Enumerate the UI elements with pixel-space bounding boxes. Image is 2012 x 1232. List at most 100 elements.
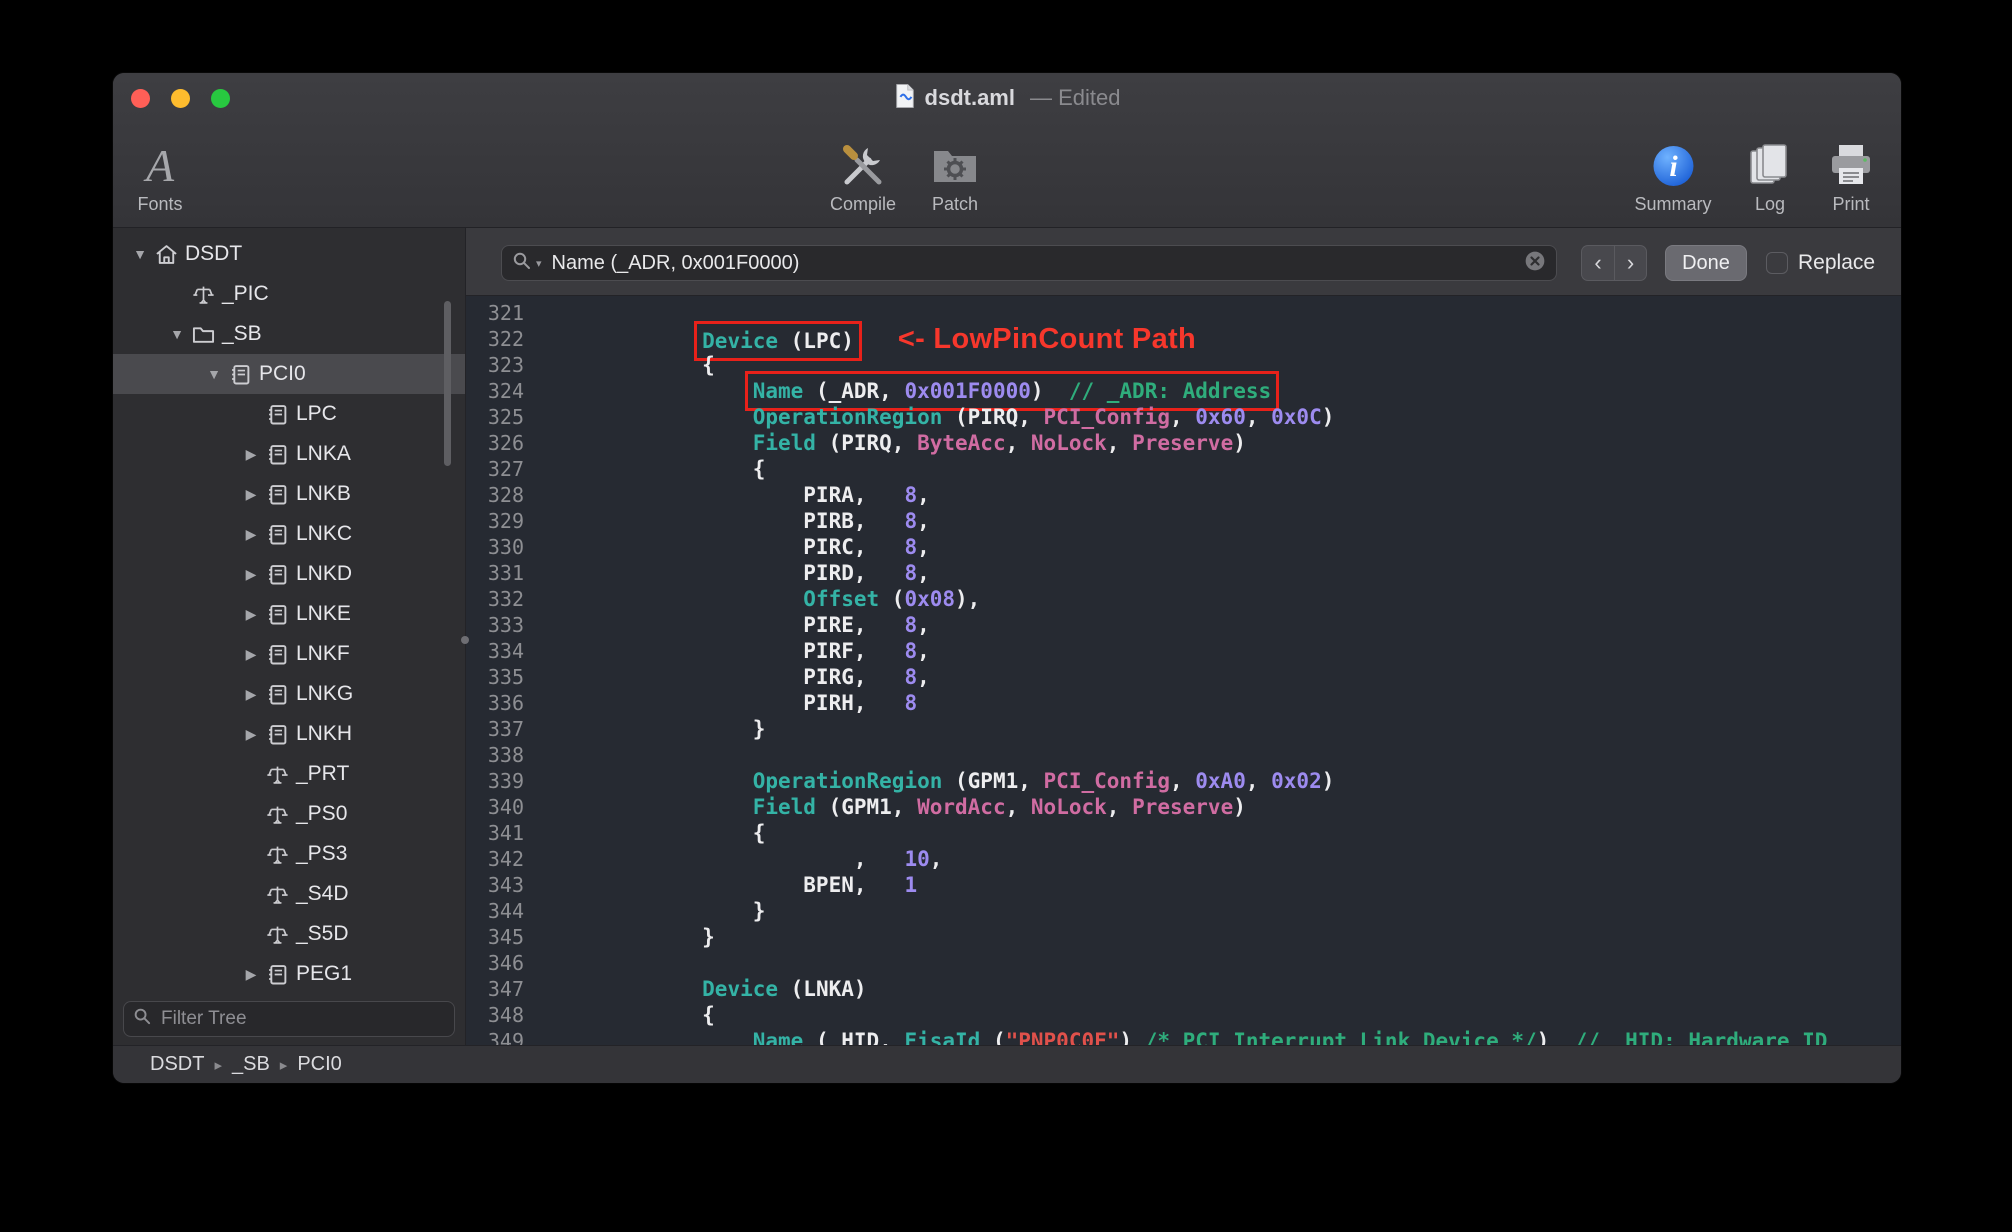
done-button[interactable]: Done xyxy=(1665,245,1747,281)
replace-control: Replace xyxy=(1766,245,1875,281)
splitter-handle[interactable] xyxy=(461,636,469,644)
code-line[interactable]: 336 PIRH, 8 xyxy=(466,690,1901,716)
tree-item-_prt[interactable]: _PRT xyxy=(113,754,465,794)
svg-text:i: i xyxy=(1669,150,1678,183)
tree-item-label: _PS0 xyxy=(296,802,348,825)
tree-item-lnkg[interactable]: ▶ LNKG xyxy=(113,674,465,714)
code-text: Offset (0x08), xyxy=(524,586,980,612)
tree-item-lnkc[interactable]: ▶ LNKC xyxy=(113,514,465,554)
patch-button[interactable]: Patch xyxy=(928,133,982,215)
editor-pane: ▾ Name (_ADR, 0x001F0000) ‹ › Done Repla… xyxy=(466,228,1901,1045)
filter-tree-input[interactable] xyxy=(159,1007,445,1031)
find-next-button[interactable]: › xyxy=(1614,245,1647,281)
minimize-button[interactable] xyxy=(171,88,190,108)
code-line[interactable]: 328 PIRA, 8, xyxy=(466,482,1901,508)
compile-button[interactable]: Compile xyxy=(830,133,896,215)
code-line[interactable]: 342 , 10, xyxy=(466,846,1901,872)
code-line[interactable]: 323 { xyxy=(466,352,1901,378)
code-line[interactable]: 344 } xyxy=(466,898,1901,924)
code-line[interactable]: 330 PIRC, 8, xyxy=(466,534,1901,560)
tree-item-_ps0[interactable]: _PS0 xyxy=(113,794,465,834)
tree-item-lnke[interactable]: ▶ LNKE xyxy=(113,594,465,634)
traffic-lights xyxy=(113,88,230,108)
disclosure-triangle-icon[interactable]: ▼ xyxy=(127,246,153,262)
code-line[interactable]: 335 PIRG, 8, xyxy=(466,664,1901,690)
code-line[interactable]: 341 { xyxy=(466,820,1901,846)
code-line[interactable]: 340 Field (GPM1, WordAcc, NoLock, Preser… xyxy=(466,794,1901,820)
breadcrumb-item-sb[interactable]: _SB xyxy=(232,1053,270,1076)
tree-item-label: LNKD xyxy=(296,562,353,585)
code-token: , xyxy=(917,483,930,507)
line-number: 339 xyxy=(487,769,524,793)
disclosure-triangle-icon[interactable]: ▼ xyxy=(201,366,227,382)
compile-icon xyxy=(836,133,890,191)
code-line[interactable]: 324 Name (_ADR, 0x001F0000) // _ADR: Add… xyxy=(466,371,1901,411)
code-text: { xyxy=(524,456,766,482)
code-line[interactable]: 337 } xyxy=(466,716,1901,742)
breadcrumb-item-dsdt[interactable]: DSDT xyxy=(150,1053,204,1076)
disclosure-triangle-icon[interactable]: ▶ xyxy=(238,486,264,503)
disclosure-triangle-icon[interactable]: ▶ xyxy=(238,686,264,703)
replace-checkbox[interactable] xyxy=(1766,252,1788,274)
filter-tree-field[interactable] xyxy=(123,1001,455,1037)
code-line[interactable]: 334 PIRF, 8, xyxy=(466,638,1901,664)
disclosure-triangle-icon[interactable]: ▶ xyxy=(238,726,264,743)
find-previous-button[interactable]: ‹ xyxy=(1581,245,1614,281)
tree-item-lpc[interactable]: LPC xyxy=(113,394,465,434)
sidebar-scrollbar[interactable] xyxy=(444,301,451,466)
disclosure-triangle-icon[interactable]: ▶ xyxy=(238,646,264,663)
tree-item-_s4d[interactable]: _S4D xyxy=(113,874,465,914)
code-line[interactable]: 322 Device (LPC) <- LowPinCount Path xyxy=(466,321,1901,361)
tree-item-peg1[interactable]: ▶ PEG1 xyxy=(113,954,465,994)
tree-item-_s5d[interactable]: _S5D xyxy=(113,914,465,954)
code-line[interactable]: 339 OperationRegion (GPM1, PCI_Config, 0… xyxy=(466,768,1901,794)
code-line[interactable]: 329 PIRB, 8, xyxy=(466,508,1901,534)
code-line[interactable]: 327 { xyxy=(466,456,1901,482)
tree-item-pci0[interactable]: ▼ PCI0 xyxy=(113,354,465,394)
close-button[interactable] xyxy=(131,88,150,108)
code-token: Offset xyxy=(803,587,880,611)
code-line[interactable]: 333 PIRE, 8, xyxy=(466,612,1901,638)
disclosure-triangle-icon[interactable]: ▶ xyxy=(238,966,264,983)
line-number: 325 xyxy=(487,405,524,429)
tree-item-_ps3[interactable]: _PS3 xyxy=(113,834,465,874)
code-line[interactable]: 345 } xyxy=(466,924,1901,950)
code-line[interactable]: 346 xyxy=(466,950,1901,976)
summary-button[interactable]: i Summary xyxy=(1634,133,1712,215)
clear-search-icon[interactable] xyxy=(1524,250,1546,277)
code-line[interactable]: 347 Device (LNKA) xyxy=(466,976,1901,1002)
disclosure-triangle-icon[interactable]: ▶ xyxy=(238,566,264,583)
tree-item-dsdt[interactable]: ▼ DSDT xyxy=(113,234,465,274)
code-line[interactable]: 326 Field (PIRQ, ByteAcc, NoLock, Preser… xyxy=(466,430,1901,456)
code-line[interactable]: 349 Name (_HID, EisaId ("PNP0C0F") /* PC… xyxy=(466,1028,1901,1045)
breadcrumb-item-pci0[interactable]: PCI0 xyxy=(297,1053,341,1076)
tree-item-label: _SB xyxy=(222,322,262,345)
code-line[interactable]: 331 PIRD, 8, xyxy=(466,560,1901,586)
code-line[interactable]: 332 Offset (0x08), xyxy=(466,586,1901,612)
code-line[interactable]: 348 { xyxy=(466,1002,1901,1028)
fonts-button[interactable]: A Fonts xyxy=(134,133,186,215)
tree-item-lnkh[interactable]: ▶ LNKH xyxy=(113,714,465,754)
zoom-button[interactable] xyxy=(211,88,230,108)
code-token: , xyxy=(1106,795,1133,819)
code-line[interactable]: 338 xyxy=(466,742,1901,768)
code-editor[interactable]: 321 322 Device (LPC) <- LowPinCount Path 32… xyxy=(466,296,1901,1045)
disclosure-triangle-icon[interactable]: ▼ xyxy=(164,326,190,342)
code-token: Name xyxy=(752,379,804,403)
tree-item-lnkf[interactable]: ▶ LNKF xyxy=(113,634,465,674)
disclosure-triangle-icon[interactable]: ▶ xyxy=(238,606,264,623)
tree-item-_pic[interactable]: _PIC xyxy=(113,274,465,314)
print-button[interactable]: Print xyxy=(1825,133,1877,215)
disclosure-triangle-icon[interactable]: ▶ xyxy=(238,446,264,463)
search-input[interactable]: ▾ Name (_ADR, 0x001F0000) xyxy=(501,245,1557,281)
tree-item-lnkd[interactable]: ▶ LNKD xyxy=(113,554,465,594)
disclosure-triangle-icon[interactable]: ▶ xyxy=(238,526,264,543)
tree-item-lnkb[interactable]: ▶ LNKB xyxy=(113,474,465,514)
code-text: } xyxy=(524,924,715,950)
tree-item-_sb[interactable]: ▼ _SB xyxy=(113,314,465,354)
log-button[interactable]: Log xyxy=(1744,133,1796,215)
code-line[interactable]: 325 OperationRegion (PIRQ, PCI_Config, 0… xyxy=(466,404,1901,430)
code-line[interactable]: 343 BPEN, 1 xyxy=(466,872,1901,898)
tree-item-lnka[interactable]: ▶ LNKA xyxy=(113,434,465,474)
